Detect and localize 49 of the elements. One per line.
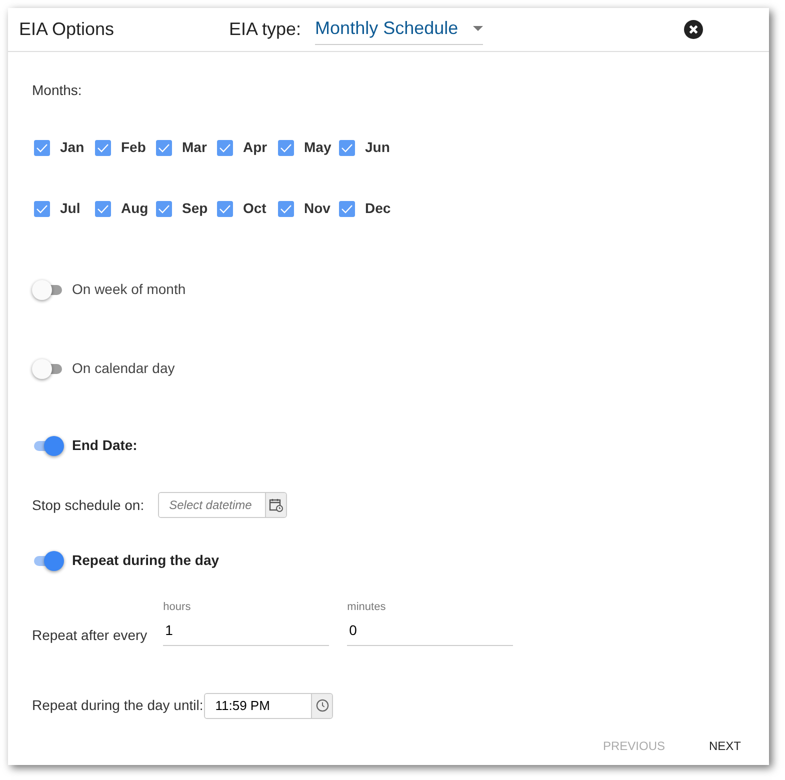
month-label: Apr	[243, 138, 268, 157]
months-label: Months:	[32, 81, 83, 100]
caret-icon	[473, 26, 484, 30]
checkbox[interactable]	[156, 140, 172, 156]
calendar-icon	[269, 498, 284, 512]
close-button[interactable]	[684, 20, 703, 39]
checkbox[interactable]	[34, 200, 50, 216]
month-label: Nov	[304, 199, 330, 218]
toggle-label: End Date:	[72, 436, 138, 455]
month-label: Feb	[121, 138, 146, 157]
datetime-field[interactable]: Select datetime	[158, 492, 288, 518]
stop-schedule-label: Stop schedule on:	[32, 496, 144, 515]
toggle-label: On calendar day	[72, 359, 175, 378]
field-label: hours	[163, 600, 192, 615]
repeat-every-label: Repeat after every	[32, 626, 148, 645]
field-label: minutes	[347, 600, 387, 615]
checkbox[interactable]	[339, 140, 355, 156]
checkbox[interactable]	[217, 140, 233, 156]
checkbox[interactable]	[278, 200, 294, 216]
month-label: Jun	[365, 138, 390, 157]
checkbox[interactable]	[217, 200, 233, 216]
month-label: Oct	[243, 199, 266, 218]
toggle-switch[interactable]	[32, 280, 64, 300]
next-button[interactable]: NEXT	[708, 737, 741, 755]
month-label: Sep	[182, 199, 208, 218]
month-label: May	[304, 138, 332, 157]
month-label: Mar	[182, 138, 207, 157]
dialog-title: EIA Options	[19, 18, 116, 41]
checkbox[interactable]	[156, 200, 172, 216]
type-label: EIA type:	[229, 18, 302, 41]
until-label: Repeat during the day until:	[32, 696, 204, 715]
month-label: Jul	[60, 199, 80, 218]
checkbox[interactable]	[95, 140, 111, 156]
checkbox[interactable]	[95, 200, 111, 216]
month-label: Jan	[60, 138, 84, 157]
toggle-switch[interactable]	[32, 358, 64, 378]
time-field[interactable]: 11:59 PM	[204, 692, 334, 718]
clock-icon	[316, 699, 329, 712]
month-label: Aug	[121, 199, 148, 218]
close-icon	[684, 20, 703, 39]
toggle-switch[interactable]	[32, 436, 64, 456]
toggle-switch[interactable]	[32, 550, 64, 570]
checkbox[interactable]	[34, 140, 50, 156]
type-dropdown[interactable]: Monthly Schedule	[315, 14, 484, 44]
month-label: Dec	[365, 199, 391, 218]
toggle-label: On week of month	[72, 280, 186, 299]
checkbox[interactable]	[278, 140, 294, 156]
toggle-label: Repeat during the day	[72, 551, 220, 570]
checkbox[interactable]	[339, 200, 355, 216]
